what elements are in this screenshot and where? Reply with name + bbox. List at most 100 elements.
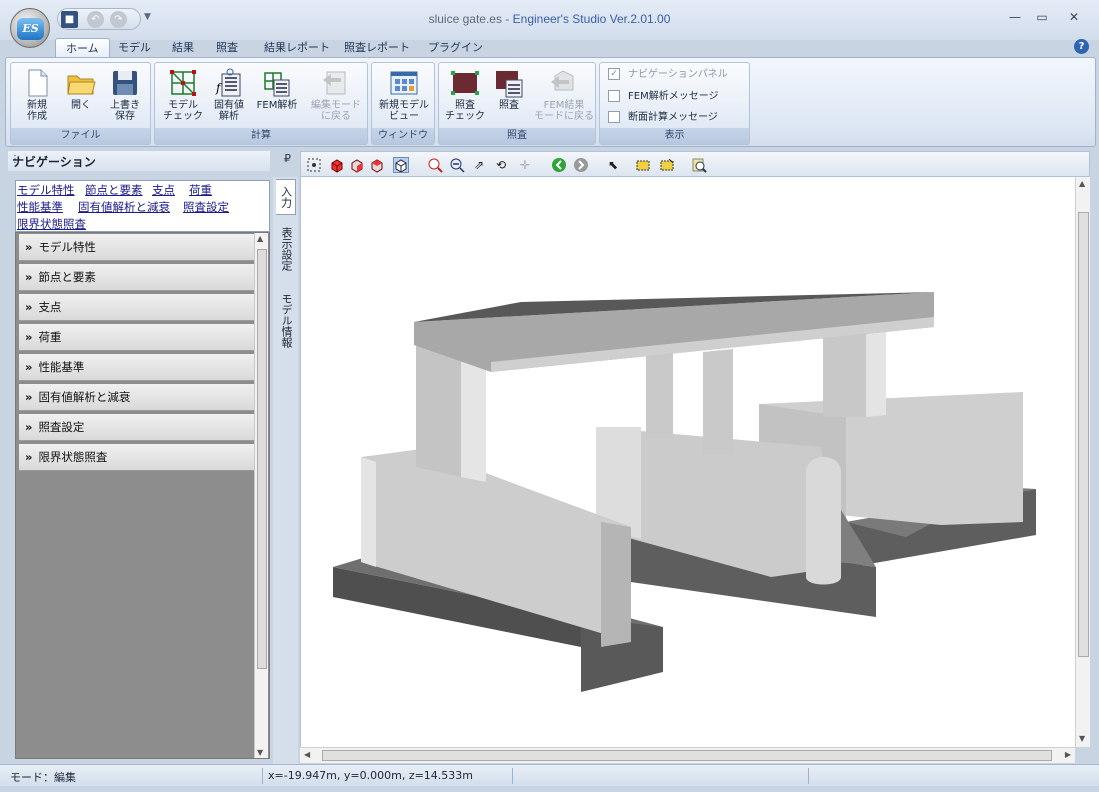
viewport-horizontal-scrollbar[interactable]: ◀ ▶ bbox=[300, 747, 1075, 763]
close-button[interactable]: ✕ bbox=[1062, 8, 1086, 26]
nav-item-performance[interactable]: » 性能基準 bbox=[19, 354, 254, 381]
fem-result-mode-icon bbox=[549, 68, 579, 98]
nav-item-limit-state[interactable]: » 限界状態照査 bbox=[19, 444, 254, 471]
group-label-check: 照査 bbox=[439, 128, 595, 144]
save-button[interactable]: 上書き 保存 bbox=[103, 68, 147, 122]
nav-link-nodes-elements[interactable]: 節点と要素 bbox=[85, 182, 143, 198]
scroll-down-icon[interactable]: ▼ bbox=[1079, 734, 1085, 743]
status-separator bbox=[512, 768, 513, 784]
help-icon[interactable]: ? bbox=[1074, 39, 1089, 54]
navigation-title: ナビゲーション bbox=[12, 155, 96, 169]
nav-panel-checkbox: ✓ ナビゲーションパネル bbox=[608, 68, 758, 84]
app-menu-button[interactable]: ES bbox=[10, 8, 50, 48]
scroll-up-icon[interactable]: ▲ bbox=[257, 234, 263, 243]
select-box-icon[interactable] bbox=[635, 157, 651, 173]
nav-link-model-properties[interactable]: モデル特性 bbox=[17, 182, 75, 198]
new-model-view-icon bbox=[389, 68, 419, 98]
scroll-up-icon[interactable]: ▲ bbox=[1079, 179, 1085, 188]
new-button[interactable]: 新規 作成 bbox=[15, 68, 59, 122]
tab-model[interactable]: モデル bbox=[108, 38, 161, 58]
check-icon bbox=[494, 68, 524, 98]
zoom-out-icon[interactable] bbox=[449, 157, 465, 173]
minimize-button[interactable]: — bbox=[1003, 8, 1027, 26]
new-model-view-button[interactable]: 新規モデル ビュー bbox=[376, 68, 432, 122]
group-window: 新規モデル ビュー ウィンドウ bbox=[371, 62, 435, 145]
scroll-thumb[interactable] bbox=[1078, 212, 1089, 657]
check-verify-icon bbox=[450, 68, 480, 98]
select-add-icon[interactable] bbox=[659, 157, 675, 173]
back-arrow-icon[interactable] bbox=[551, 157, 567, 173]
model-viewport[interactable] bbox=[300, 177, 1075, 747]
tab-home[interactable]: ホーム bbox=[55, 38, 110, 58]
pin-icon[interactable]: ₽ bbox=[284, 152, 291, 165]
tab-check-report[interactable]: 照査レポート bbox=[334, 38, 420, 58]
fem-button[interactable]: FEM解析 bbox=[255, 68, 299, 111]
check-button[interactable]: 照査 bbox=[487, 68, 531, 111]
group-label-file: ファイル bbox=[11, 128, 150, 144]
checkbox-icon bbox=[608, 111, 620, 123]
nav-item-loads[interactable]: » 荷重 bbox=[19, 324, 254, 351]
view-iso-icon[interactable] bbox=[393, 157, 409, 173]
tab-results[interactable]: 結果 bbox=[162, 38, 204, 58]
view-front-icon[interactable] bbox=[329, 157, 345, 173]
new-document-icon bbox=[22, 68, 52, 98]
nav-item-eigen-damping[interactable]: » 固有値解析と減衰 bbox=[19, 384, 254, 411]
forward-arrow-icon bbox=[573, 157, 589, 173]
model-check-button[interactable]: モデル チェック bbox=[161, 68, 205, 122]
navigation-links: モデル特性 節点と要素 支点 荷重 性能基準 固有値解析と減衰 照査設定 限界状… bbox=[15, 180, 270, 232]
group-check: 照査 チェック 照査 FEM結果 モードに戻る 照査 bbox=[438, 62, 596, 145]
navigation-scrollbar[interactable]: ▲ ▼ bbox=[254, 233, 268, 758]
scroll-thumb[interactable] bbox=[257, 249, 267, 669]
nav-item-model-properties[interactable]: » モデル特性 bbox=[19, 234, 254, 261]
view-top-icon[interactable] bbox=[369, 157, 385, 173]
view-side-icon[interactable] bbox=[349, 157, 365, 173]
zoom-extents-icon[interactable]: ⇗ bbox=[471, 157, 487, 173]
nav-link-loads[interactable]: 荷重 bbox=[189, 182, 212, 198]
return-edit-mode-button: 編集モード に戻る bbox=[307, 68, 365, 122]
tab-input[interactable]: 入力 bbox=[276, 179, 296, 215]
fit-view-icon[interactable] bbox=[306, 157, 322, 173]
section-message-checkbox[interactable]: 断面計算メッセージ bbox=[608, 111, 758, 127]
tab-display-settings[interactable]: 表示設定 bbox=[276, 227, 296, 281]
group-label-window: ウィンドウ bbox=[372, 128, 434, 144]
maximize-button[interactable]: ▭ bbox=[1030, 8, 1054, 26]
nav-link-performance[interactable]: 性能基準 bbox=[17, 199, 63, 215]
select-pointer-icon[interactable]: ⬉ bbox=[605, 157, 621, 173]
side-tab-strip: 入力 表示設定 モデル情報 bbox=[273, 177, 298, 767]
fem-result-mode-button: FEM結果 モードに戻る bbox=[533, 68, 595, 122]
viewport-vertical-scrollbar[interactable]: ▲ ▼ bbox=[1075, 177, 1090, 747]
group-label-calc: 計算 bbox=[155, 128, 367, 144]
nav-item-supports[interactable]: » 支点 bbox=[19, 294, 254, 321]
tab-plugin[interactable]: プラグイン bbox=[418, 38, 493, 58]
checkbox-icon bbox=[608, 90, 620, 102]
open-button[interactable]: 開く bbox=[59, 68, 103, 111]
group-label-display: 表示 bbox=[600, 128, 749, 144]
status-coordinates: x=-19.947m, y=0.000m, z=14.533m bbox=[268, 769, 474, 782]
return-edit-mode-icon bbox=[321, 68, 351, 98]
tab-check[interactable]: 照査 bbox=[206, 38, 248, 58]
scroll-left-icon[interactable]: ◀ bbox=[304, 750, 310, 759]
app-logo: ES bbox=[17, 18, 44, 40]
group-display: ✓ ナビゲーションパネル FEM解析メッセージ 断面計算メッセージ 表示 bbox=[599, 62, 750, 145]
fem-message-checkbox[interactable]: FEM解析メッセージ bbox=[608, 90, 758, 106]
eigen-button[interactable]: f 固有値 解析 bbox=[207, 68, 251, 122]
nav-link-check-settings[interactable]: 照査設定 bbox=[183, 199, 229, 215]
fem-analysis-icon bbox=[262, 68, 292, 98]
group-calc: モデル チェック f 固有値 解析 FEM解析 編集モード に戻る 計算 bbox=[154, 62, 368, 145]
status-separator bbox=[808, 768, 809, 784]
nav-link-eigen-damping[interactable]: 固有値解析と減衰 bbox=[78, 199, 170, 215]
check-verify-button[interactable]: 照査 チェック bbox=[443, 68, 487, 122]
tab-result-report[interactable]: 結果レポート bbox=[254, 38, 340, 58]
zoom-window-icon[interactable] bbox=[427, 157, 443, 173]
scroll-down-icon[interactable]: ▼ bbox=[257, 748, 263, 757]
find-icon[interactable] bbox=[691, 157, 707, 173]
scroll-thumb[interactable] bbox=[322, 750, 1052, 761]
scroll-right-icon[interactable]: ▶ bbox=[1065, 750, 1071, 759]
tab-model-info[interactable]: モデル情報 bbox=[276, 293, 296, 357]
nav-item-nodes-elements[interactable]: » 節点と要素 bbox=[19, 264, 254, 291]
nav-item-check-settings[interactable]: » 照査設定 bbox=[19, 414, 254, 441]
rotate-icon[interactable]: ⟲ bbox=[493, 157, 509, 173]
nav-link-supports[interactable]: 支点 bbox=[152, 182, 175, 198]
navigation-list: » モデル特性 » 節点と要素 » 支点 » 荷重 » 性能基準 » 固有値解析と減衰 » 照… bbox=[15, 232, 270, 759]
nav-link-limit-state[interactable]: 限界状態照査 bbox=[17, 216, 86, 232]
